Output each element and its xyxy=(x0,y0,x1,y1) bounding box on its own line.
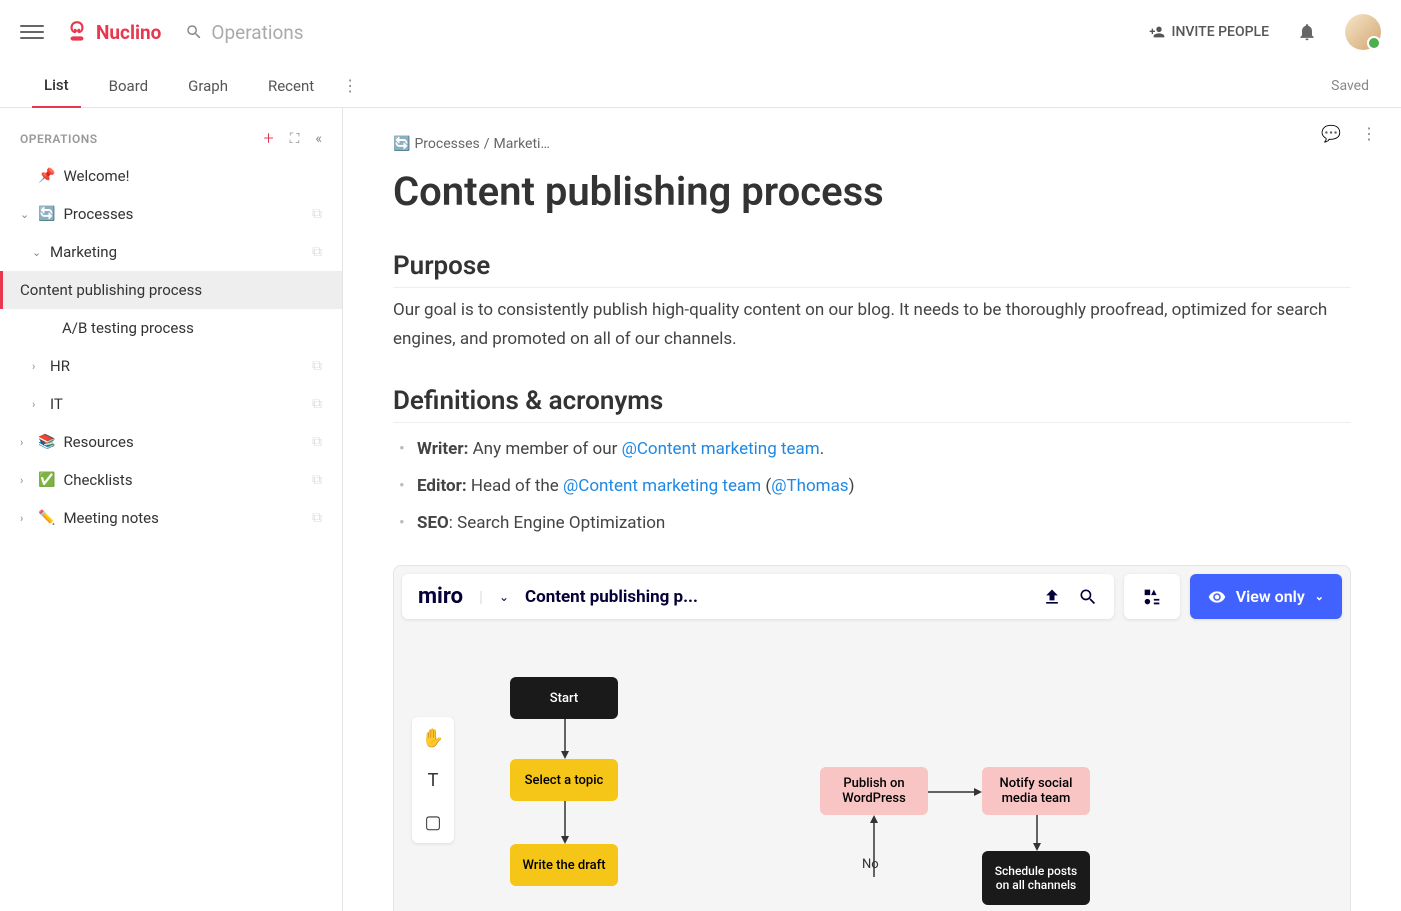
invite-icon xyxy=(1149,24,1165,40)
flow-node-select[interactable]: Select a topic xyxy=(510,759,618,801)
search-icon[interactable] xyxy=(1078,587,1098,607)
purpose-heading[interactable]: Purpose xyxy=(393,251,1351,288)
more-icon[interactable]: ⋮ xyxy=(1361,124,1377,143)
chevron-down-icon: ⌄ xyxy=(1315,590,1324,603)
sidebar-item-processes[interactable]: ⌄ 🔄 Processes ⧉ xyxy=(0,195,342,233)
arrow-icon xyxy=(869,815,879,885)
miro-board-title: Content publishing p... xyxy=(525,587,1026,607)
books-icon: 📚 xyxy=(38,434,55,450)
chevron-right-icon: › xyxy=(20,474,34,487)
mention-thomas[interactable]: @Thomas xyxy=(771,476,848,496)
refresh-icon: 🔄 xyxy=(393,136,410,152)
arrow-icon xyxy=(560,719,570,759)
notifications-icon[interactable] xyxy=(1297,22,1317,42)
add-page-icon[interactable]: + xyxy=(263,128,273,149)
sidebar-title: OPERATIONS xyxy=(20,132,263,146)
brand-icon xyxy=(64,19,90,45)
sidebar-item-content-publishing[interactable]: Content publishing process xyxy=(0,271,342,309)
chevron-down-icon: ⌄ xyxy=(32,246,46,259)
check-icon: ✅ xyxy=(38,472,55,488)
expand-icon[interactable]: ⛶ xyxy=(290,131,300,147)
shapes-icon xyxy=(1141,586,1163,608)
copy-icon[interactable]: ⧉ xyxy=(312,510,322,526)
miro-logo: miro xyxy=(418,584,463,609)
flow-node-draft[interactable]: Write the draft xyxy=(510,844,618,886)
sidebar-item-resources[interactable]: › 📚 Resources ⧉ xyxy=(0,423,342,461)
chevron-down-icon: ⌄ xyxy=(20,208,34,221)
arrow-icon xyxy=(560,801,570,844)
def-seo[interactable]: SEO: Search Engine Optimization xyxy=(393,505,1351,542)
chevron-right-icon: › xyxy=(32,360,46,373)
search-placeholder: Operations xyxy=(211,21,303,44)
miro-tools: ✋ T ▢ xyxy=(412,717,454,843)
mention-content-team[interactable]: @Content marketing team xyxy=(563,476,761,496)
tab-board[interactable]: Board xyxy=(97,64,160,108)
sidebar-item-checklists[interactable]: › ✅ Checklists ⧉ xyxy=(0,461,342,499)
save-status: Saved xyxy=(1331,78,1369,94)
flow-node-notify[interactable]: Notify social media team xyxy=(982,767,1090,815)
miro-menu-icon[interactable]: ⌄ xyxy=(499,590,509,604)
sidebar-item-marketing[interactable]: ⌄ Marketing ⧉ xyxy=(0,233,342,271)
tabs-more-icon[interactable]: ⋮ xyxy=(342,76,358,95)
invite-people-button[interactable]: INVITE PEOPLE xyxy=(1149,24,1269,40)
menu-button[interactable] xyxy=(20,20,44,44)
flow-node-publish[interactable]: Publish on WordPress xyxy=(820,767,928,815)
sticky-tool-icon[interactable]: ▢ xyxy=(412,801,454,843)
flow-node-schedule[interactable]: Schedule posts on all channels xyxy=(982,851,1090,905)
pencil-icon: ✏️ xyxy=(38,510,55,526)
sidebar-item-hr[interactable]: › HR ⧉ xyxy=(0,347,342,385)
arrow-icon xyxy=(928,787,982,797)
copy-icon[interactable]: ⧉ xyxy=(312,472,322,488)
brand-text: Nuclino xyxy=(96,21,161,44)
search-input[interactable]: Operations xyxy=(185,21,1149,44)
upload-icon[interactable] xyxy=(1042,587,1062,607)
miro-apps-button[interactable] xyxy=(1124,574,1180,619)
document-content: 💬 ⋮ 🔄 Processes / Marketi… Content publi… xyxy=(343,108,1401,911)
sidebar-item-welcome[interactable]: 📌 Welcome! xyxy=(0,157,342,195)
def-editor[interactable]: Editor: Head of the @Content marketing t… xyxy=(393,468,1351,505)
eye-icon xyxy=(1208,588,1226,606)
sidebar: OPERATIONS + ⛶ « 📌 Welcome! ⌄ 🔄 Processe… xyxy=(0,108,343,911)
comments-icon[interactable]: 💬 xyxy=(1321,124,1341,143)
chevron-right-icon: › xyxy=(20,512,34,525)
miro-embed[interactable]: miro | ⌄ Content publishing p... View on… xyxy=(393,565,1351,911)
definitions-heading[interactable]: Definitions & acronyms xyxy=(393,386,1351,423)
tab-graph[interactable]: Graph xyxy=(176,64,240,108)
sidebar-item-meeting-notes[interactable]: › ✏️ Meeting notes ⧉ xyxy=(0,499,342,537)
breadcrumb[interactable]: 🔄 Processes / Marketi… xyxy=(393,136,1351,152)
chevron-right-icon: › xyxy=(20,436,34,449)
copy-icon[interactable]: ⧉ xyxy=(312,434,322,450)
sidebar-item-it[interactable]: › IT ⧉ xyxy=(0,385,342,423)
mention-content-team[interactable]: @Content marketing team xyxy=(622,439,820,459)
miro-canvas[interactable]: ✋ T ▢ Start Select a topic Write the dra… xyxy=(402,629,1342,911)
collapse-sidebar-icon[interactable]: « xyxy=(315,131,322,147)
brand-logo[interactable]: Nuclino xyxy=(64,19,161,45)
tab-list[interactable]: List xyxy=(32,64,81,108)
copy-icon[interactable]: ⧉ xyxy=(312,244,322,260)
search-icon xyxy=(185,23,203,41)
chevron-right-icon: › xyxy=(32,398,46,411)
flow-node-start[interactable]: Start xyxy=(510,677,618,719)
invite-label: INVITE PEOPLE xyxy=(1171,24,1269,40)
user-avatar[interactable] xyxy=(1345,14,1381,50)
tab-recent[interactable]: Recent xyxy=(256,64,326,108)
pin-icon: 📌 xyxy=(38,168,55,184)
hand-tool-icon[interactable]: ✋ xyxy=(412,717,454,759)
arrow-icon xyxy=(1032,815,1042,851)
view-only-button[interactable]: View only ⌄ xyxy=(1190,574,1342,619)
copy-icon[interactable]: ⧉ xyxy=(312,206,322,222)
copy-icon[interactable]: ⧉ xyxy=(312,396,322,412)
page-title[interactable]: Content publishing process xyxy=(393,168,1351,215)
text-tool-icon[interactable]: T xyxy=(412,759,454,801)
refresh-icon: 🔄 xyxy=(38,206,55,222)
sidebar-item-ab-testing[interactable]: A/B testing process xyxy=(0,309,342,347)
purpose-text[interactable]: Our goal is to consistently publish high… xyxy=(393,296,1351,354)
copy-icon[interactable]: ⧉ xyxy=(312,358,322,374)
def-writer[interactable]: Writer: Any member of our @Content marke… xyxy=(393,431,1351,468)
